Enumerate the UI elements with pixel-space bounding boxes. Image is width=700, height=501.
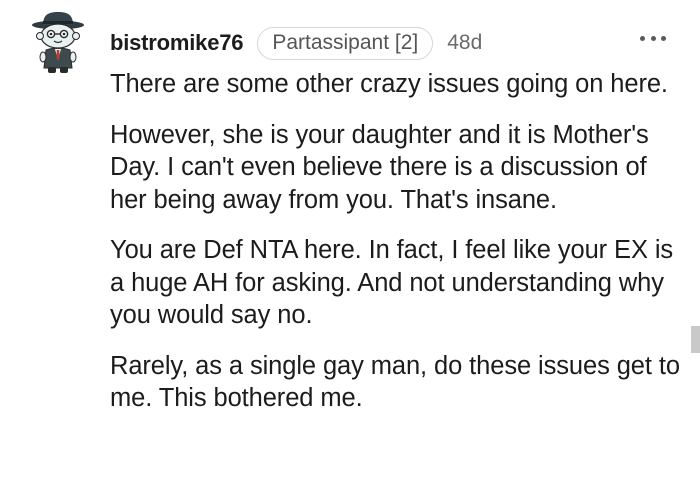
- more-dot: [661, 35, 666, 41]
- comment-paragraph-1: There are some other crazy issues going …: [110, 70, 668, 98]
- scrollbar-thumb[interactable]: [691, 326, 700, 353]
- comment-paragraph-4: Rarely, as a single gay man, do these is…: [110, 351, 680, 413]
- more-options-icon[interactable]: [640, 28, 666, 48]
- comment-age: 48d: [447, 31, 483, 54]
- comment-body: There are some other crazy issues going …: [110, 68, 682, 433]
- comment-header: bistromike76 Partassipant [2] 48d: [110, 24, 482, 62]
- username-link[interactable]: bistromike76: [110, 30, 244, 56]
- comment: bistromike76 Partassipant [2] 48d There …: [0, 0, 700, 501]
- user-flair-badge: Partassipant [2]: [257, 26, 434, 60]
- comment-paragraph-2: However, she is your daughter and it is …: [110, 120, 649, 214]
- more-dot: [640, 35, 645, 41]
- more-dot: [650, 35, 656, 41]
- comment-paragraph-3: You are Def NTA here. In fact, I feel li…: [110, 236, 674, 329]
- snoo-avatar-icon: [32, 12, 84, 73]
- user-avatar[interactable]: [30, 12, 86, 74]
